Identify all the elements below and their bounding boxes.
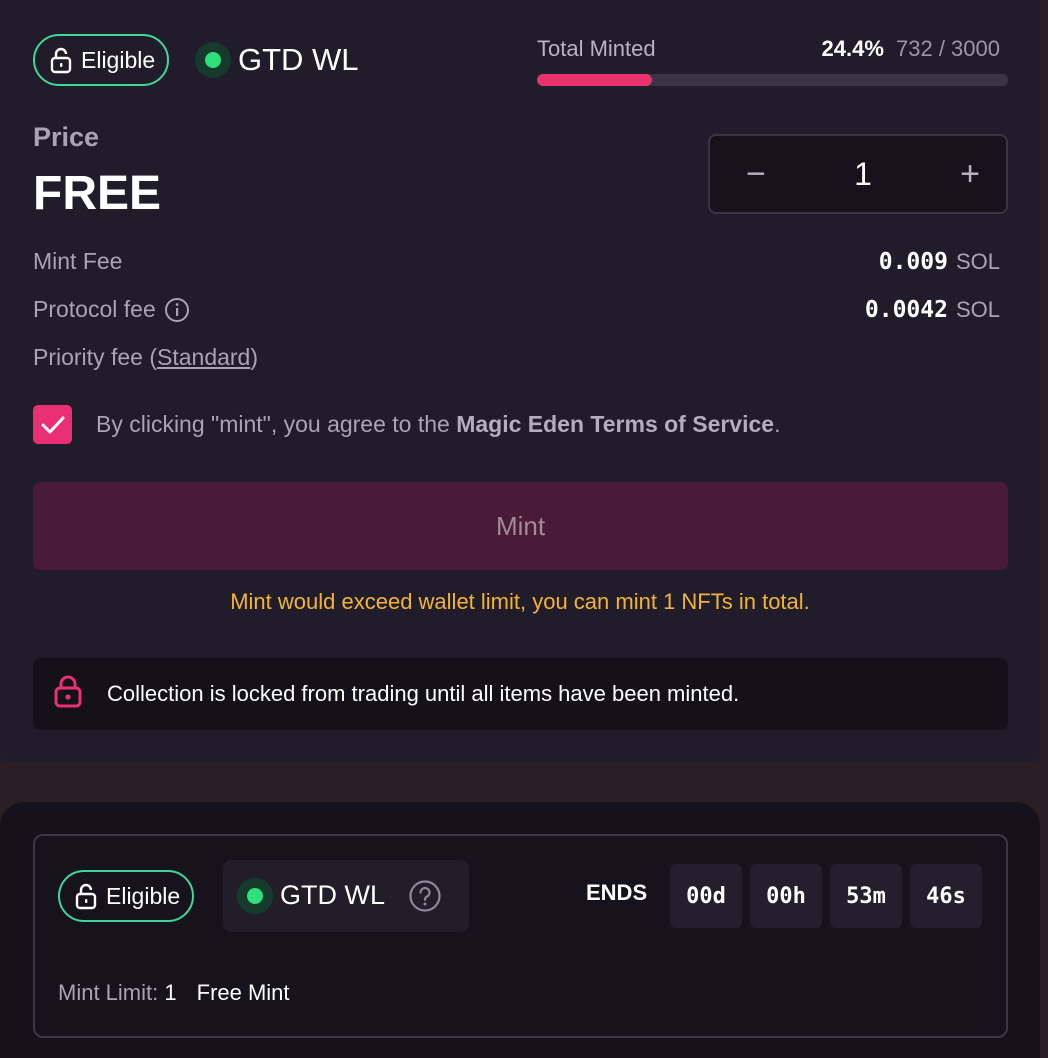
- eligible-badge: Eligible: [33, 34, 170, 86]
- mint-type: Free Mint: [196, 980, 290, 1005]
- mint-fee-row: Mint Fee 0.009 SOL: [33, 248, 1000, 275]
- total-minted-label: Total Minted: [537, 36, 656, 61]
- total-minted-values: 24.4% 732 / 3000: [822, 36, 1001, 62]
- mint-limit-row: Mint Limit: 1 Free Mint: [58, 980, 290, 1006]
- protocol-fee-unit: SOL: [955, 296, 1000, 322]
- locked-notice: Collection is locked from trading until …: [33, 658, 1008, 730]
- decrement-button[interactable]: −: [746, 157, 766, 191]
- minted-count: 732 / 3000: [896, 36, 1000, 61]
- checkmark-icon: [41, 416, 64, 433]
- ends-label: ENDS: [586, 880, 648, 905]
- phase-eligible-badge: Eligible: [58, 870, 195, 922]
- priority-fee-label: Priority fee: [33, 344, 143, 370]
- quantity-stepper: − 1 +: [708, 134, 1008, 214]
- phase-status-dot: [195, 42, 231, 78]
- priority-fee-link[interactable]: Standard: [157, 344, 250, 370]
- increment-button[interactable]: +: [960, 157, 980, 191]
- minted-percent: 24.4%: [821, 36, 884, 61]
- tos-suffix: .: [774, 411, 781, 437]
- mint-button[interactable]: Mint: [33, 482, 1008, 570]
- phase-name: GTD WL: [238, 42, 359, 77]
- tos-link[interactable]: Magic Eden Terms of Service: [456, 411, 774, 437]
- unlock-icon: [49, 46, 73, 74]
- countdown-minutes: 53m: [830, 864, 902, 928]
- lock-icon: [53, 674, 83, 714]
- mint-progress-bar: [537, 74, 1008, 86]
- tos-row: By clicking "mint", you agree to the Mag…: [33, 405, 780, 444]
- mint-fee-amount: 0.009: [878, 248, 948, 275]
- mint-panel: Eligible GTD WL Total Minted 24.4% 732 /…: [0, 0, 1040, 762]
- tos-text: By clicking "mint", you agree to the: [96, 411, 457, 437]
- protocol-fee-label: Protocol fee: [33, 296, 156, 322]
- mint-limit-label: Mint Limit:: [58, 980, 159, 1005]
- info-icon[interactable]: [164, 297, 190, 323]
- mint-fee-label: Mint Fee: [33, 248, 123, 274]
- price-label: Price: [33, 122, 100, 152]
- phase-card-name: GTD WL: [280, 880, 385, 910]
- priority-fee-row: Priority fee (Standard): [33, 344, 1000, 371]
- wallet-limit-warning: Mint would exceed wallet limit, you can …: [230, 589, 810, 614]
- protocol-fee-row: Protocol fee 0.0042 SOL: [33, 296, 1000, 323]
- mint-limit-value: 1: [164, 980, 177, 1005]
- priority-fee-paren-close: ): [250, 344, 259, 370]
- locked-notice-text: Collection is locked from trading until …: [107, 681, 740, 706]
- countdown-hours: 00h: [750, 864, 822, 928]
- tos-checkbox[interactable]: [33, 405, 72, 444]
- countdown-days: 00d: [670, 864, 742, 928]
- unlock-icon: [74, 882, 98, 910]
- phase-eligible-label: Eligible: [106, 882, 181, 909]
- quantity-value[interactable]: 1: [854, 156, 872, 193]
- priority-fee-paren-open: (: [149, 344, 157, 370]
- eligible-label: Eligible: [81, 46, 156, 73]
- phase-status-dot: [237, 878, 273, 914]
- mint-progress-fill: [537, 74, 652, 86]
- protocol-fee-amount: 0.0042: [864, 296, 948, 323]
- help-icon[interactable]: [408, 879, 442, 918]
- mint-fee-unit: SOL: [955, 248, 1000, 274]
- countdown-seconds: 46s: [910, 864, 982, 928]
- price-value: FREE: [33, 167, 162, 220]
